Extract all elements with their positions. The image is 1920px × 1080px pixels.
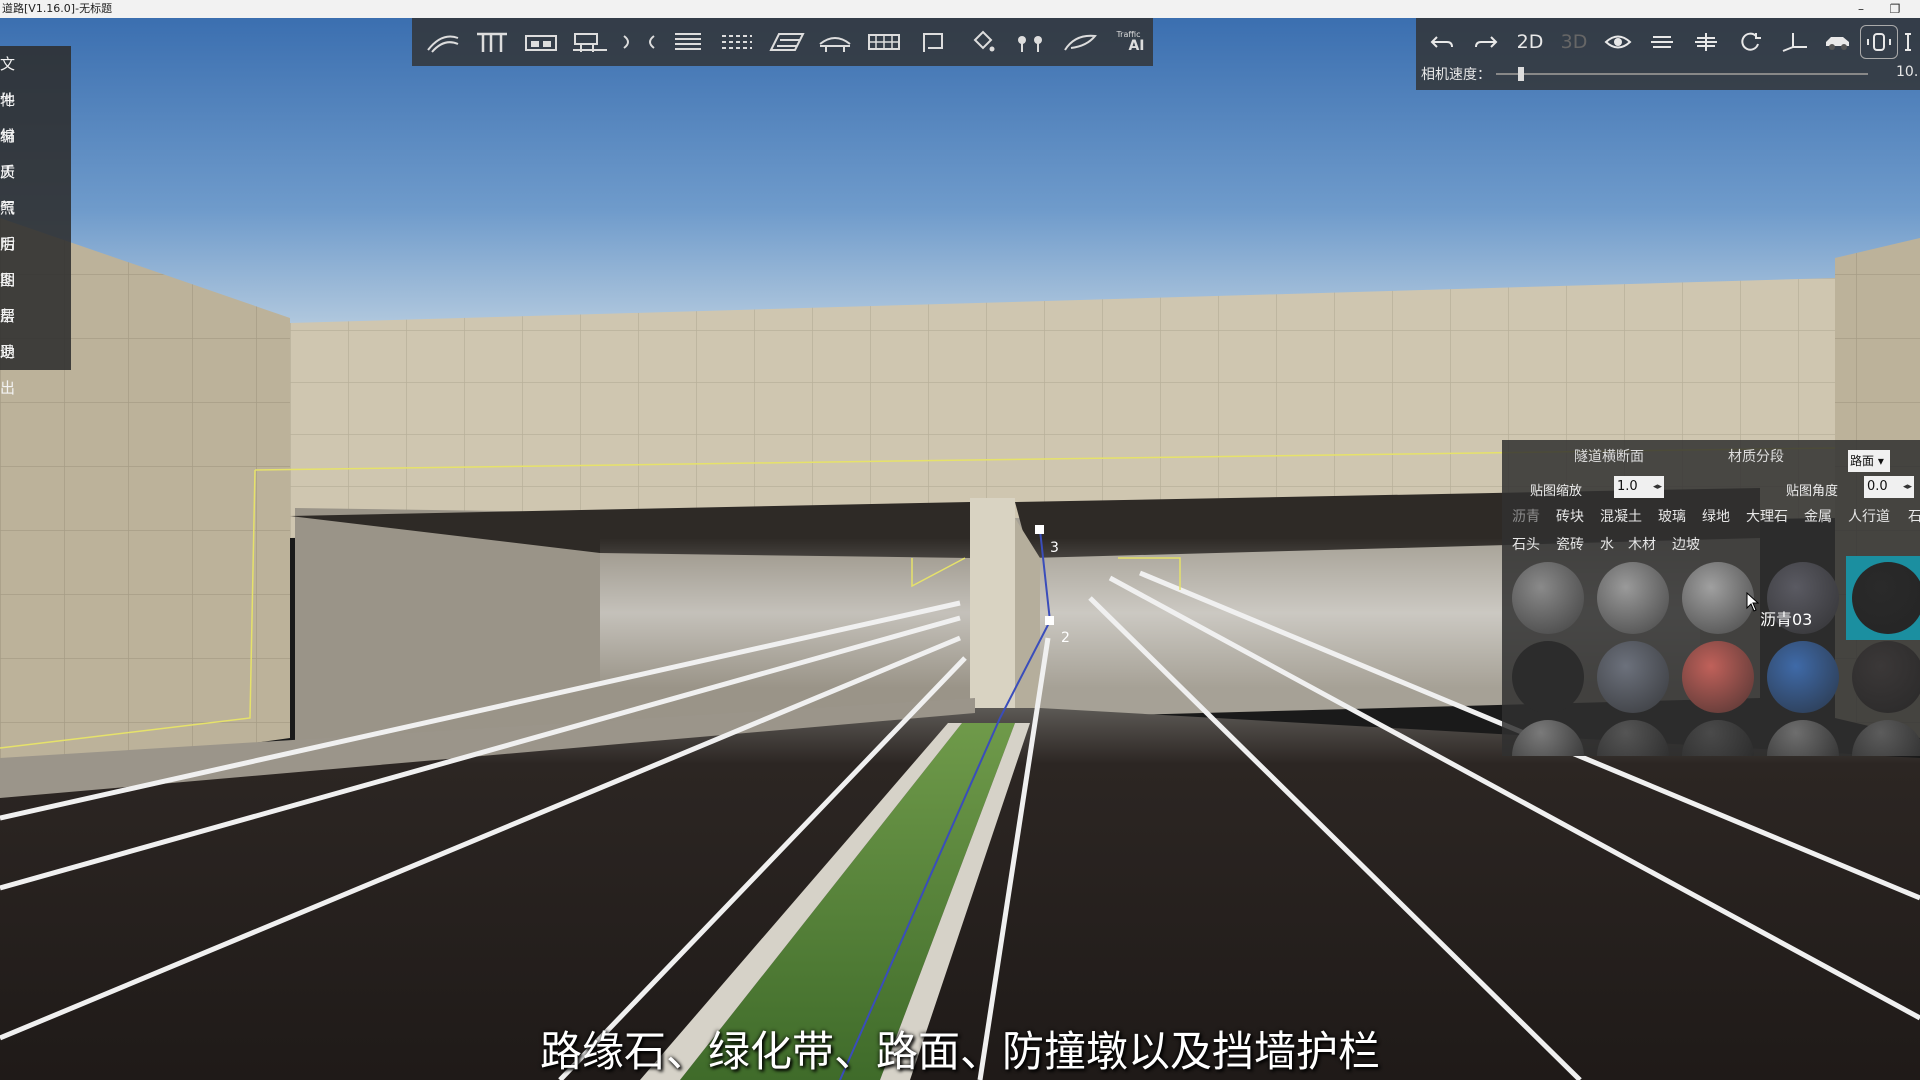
window-title: 道路[V1.16.0]-无标题 — [2, 2, 113, 15]
category-metal[interactable]: 金属 — [1804, 506, 1832, 526]
surface-dropdown-value: 路面 — [1850, 454, 1875, 468]
dashed-lines-icon[interactable] — [712, 22, 761, 62]
material-tooltip: 沥青03 — [1760, 610, 1813, 629]
category-sidewalk[interactable]: 人行道 — [1848, 506, 1890, 526]
material-swatch[interactable] — [1852, 562, 1920, 634]
category-green[interactable]: 绿地 — [1702, 506, 1730, 526]
material-swatch[interactable] — [1767, 641, 1839, 713]
overpass-icon[interactable] — [810, 22, 859, 62]
paint-bucket-icon[interactable] — [957, 22, 1006, 62]
panel-icon[interactable] — [1898, 25, 1918, 59]
category-wood[interactable]: 木材 — [1628, 534, 1656, 554]
lane-lines-icon[interactable] — [663, 22, 712, 62]
category-slope[interactable]: 边坡 — [1672, 534, 1700, 554]
car-icon[interactable] — [1816, 25, 1860, 59]
restore-button[interactable]: ❐ — [1886, 0, 1904, 18]
camera-speed-slider[interactable] — [1496, 67, 1868, 81]
traffic-ai-icon[interactable]: Traffic AI — [1104, 22, 1153, 62]
menu-file[interactable]: 文件 — [0, 46, 71, 109]
eye-icon[interactable] — [1596, 25, 1640, 59]
undo-icon[interactable] — [1420, 25, 1464, 59]
category-tile[interactable]: 瓷砖 — [1556, 534, 1584, 554]
material-swatch[interactable] — [1682, 641, 1754, 713]
top-view-icon[interactable] — [1640, 25, 1684, 59]
control-point-label: 3 — [1050, 540, 1059, 556]
material-swatch[interactable] — [1512, 641, 1584, 713]
sign-icon[interactable] — [908, 22, 957, 62]
category-water[interactable]: 水 — [1600, 534, 1614, 554]
material-swatch[interactable] — [1852, 641, 1920, 713]
category-stone-partial[interactable]: 石 — [1908, 506, 1920, 526]
main-menu: 文件 地编 材质 天气 照明 后期 图层 帮助 退出 — [0, 46, 71, 397]
view-3d-button[interactable]: 3D — [1552, 25, 1596, 59]
camera-speed-thumb[interactable] — [1518, 67, 1525, 81]
tab-tunnel-cross-section[interactable]: 隧道横断面 — [1574, 446, 1644, 466]
texture-scale-label: 贴图缩放 — [1530, 484, 1583, 499]
menu-lighting[interactable]: 照明 — [0, 190, 71, 253]
category-concrete[interactable]: 混凝土 — [1600, 506, 1642, 526]
rotate-icon[interactable] — [1728, 25, 1772, 59]
category-asphalt[interactable]: 沥青 — [1512, 506, 1540, 526]
material-swatch[interactable] — [1767, 720, 1839, 756]
surface-dropdown[interactable]: 路面 ▾ — [1848, 450, 1890, 472]
material-swatch[interactable] — [1597, 562, 1669, 634]
title-bar: 道路[V1.16.0]-无标题 – ❐ — [0, 0, 1920, 18]
material-swatch[interactable] — [1597, 641, 1669, 713]
material-swatch[interactable] — [1852, 720, 1920, 756]
material-swatch[interactable] — [1597, 720, 1669, 756]
view-2d-button[interactable]: 2D — [1508, 25, 1552, 59]
crosswalk-icon[interactable] — [761, 22, 810, 62]
mouse-cursor-icon — [1746, 592, 1760, 612]
menu-layers[interactable]: 图层 — [0, 262, 71, 325]
trees-icon[interactable] — [1006, 22, 1055, 62]
menu-post-processing[interactable]: 后期 — [0, 226, 71, 289]
cross-section-icon[interactable] — [516, 22, 565, 62]
view-controls: 2D 3D 相机速度： 10. — [1416, 18, 1920, 90]
camera-speed-label: 相机速度： — [1421, 67, 1491, 83]
menu-material[interactable]: 材质 — [0, 118, 71, 181]
align-icon[interactable] — [1684, 25, 1728, 59]
category-marble[interactable]: 大理石 — [1746, 506, 1788, 526]
curve-road-icon[interactable] — [418, 22, 467, 62]
menu-exit[interactable]: 退出 — [0, 334, 71, 397]
redo-icon[interactable] — [1464, 25, 1508, 59]
category-glass[interactable]: 玻璃 — [1658, 506, 1686, 526]
texture-scale-input[interactable]: 1.0 ◂▸ — [1614, 476, 1664, 498]
tab-material-segment[interactable]: 材质分段 — [1728, 446, 1784, 466]
camera-speed-value: 10. — [1896, 64, 1919, 80]
menu-terrain-edit[interactable]: 地编 — [0, 82, 71, 145]
video-subtitle: 路缘石、绿化带、路面、防撞墩以及挡墙护栏 — [539, 1027, 1380, 1076]
texture-angle-input[interactable]: 0.0 ◂▸ — [1864, 476, 1914, 498]
barrier-icon[interactable] — [859, 22, 908, 62]
vegetation-icon[interactable] — [1055, 22, 1104, 62]
bridge-icon[interactable] — [565, 22, 614, 62]
menu-weather[interactable]: 天气 — [0, 154, 71, 217]
material-swatch[interactable] — [1512, 562, 1584, 634]
road-tools-toolbar: Traffic AI — [412, 18, 1153, 66]
tunnel-icon[interactable] — [614, 22, 663, 62]
material-swatch[interactable] — [1682, 720, 1754, 756]
vr-headset-icon[interactable] — [1860, 25, 1898, 59]
category-brick[interactable]: 砖块 — [1556, 506, 1584, 526]
material-swatch[interactable] — [1682, 562, 1754, 634]
t-road-icon[interactable] — [467, 22, 516, 62]
material-panel: 隧道横断面 材质分段 路面 ▾ 贴图缩放 1.0 ◂▸ 贴图角度 0.0 ◂▸ 沥青… — [1502, 440, 1920, 756]
control-point-label: 2 — [1061, 630, 1070, 646]
traffic-ai-label: AI — [1128, 38, 1145, 54]
axis-icon[interactable] — [1772, 25, 1816, 59]
minimize-button[interactable]: – — [1852, 0, 1870, 18]
category-rock[interactable]: 石头 — [1512, 534, 1540, 554]
material-swatch[interactable] — [1512, 720, 1584, 756]
menu-help[interactable]: 帮助 — [0, 298, 71, 361]
texture-angle-label: 贴图角度 — [1786, 484, 1839, 499]
